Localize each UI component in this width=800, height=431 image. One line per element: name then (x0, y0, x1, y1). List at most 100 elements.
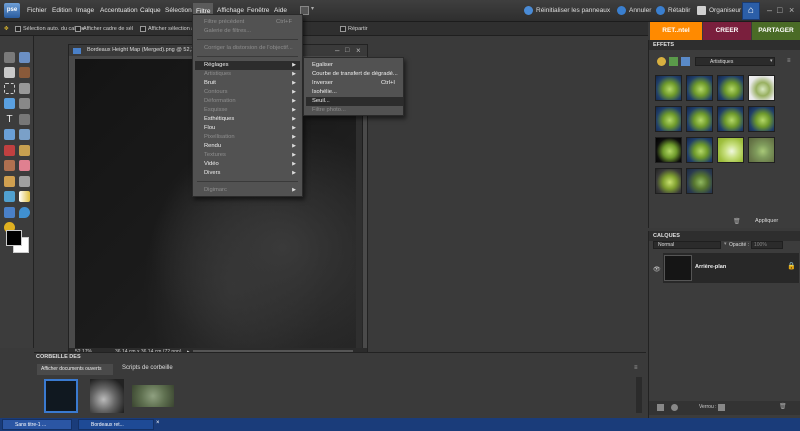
bin-show-open-dropdown[interactable]: Afficher documents ouverts (37, 364, 113, 375)
effects-category-select[interactable]: Artistiques (695, 57, 775, 66)
effect-thumbnail[interactable] (717, 75, 744, 101)
move-tool-icon[interactable] (4, 52, 15, 63)
foreground-color-swatch-front[interactable] (6, 230, 22, 246)
menu-item-esthetiques[interactable]: Esthétiques ▶ (195, 115, 300, 124)
opacity-field[interactable]: 100% (751, 241, 783, 249)
blur-tool-icon[interactable] (19, 207, 30, 218)
minimize-icon[interactable]: – (335, 45, 339, 56)
close-icon[interactable]: × (356, 45, 361, 56)
lasso-tool-icon[interactable] (19, 83, 30, 94)
maximize-icon[interactable]: □ (345, 45, 349, 56)
effect-thumbnail[interactable] (686, 168, 713, 194)
effect-thumbnail[interactable] (655, 75, 682, 101)
effect-thumbnail[interactable] (748, 106, 775, 132)
effect-thumbnail[interactable] (717, 137, 744, 163)
undo-button[interactable]: Annuler (617, 4, 651, 18)
minimize-icon[interactable]: – (767, 5, 772, 15)
menu-calque[interactable]: Calque (137, 5, 164, 17)
panel-menu-icon[interactable]: ≡ (634, 365, 638, 371)
healing-brush-tool-icon[interactable] (19, 145, 30, 156)
smart-brush-tool-icon[interactable] (19, 176, 30, 187)
redo-button[interactable]: Rétablir (656, 4, 690, 18)
gradient-tool-icon[interactable] (19, 191, 30, 202)
photo-effects-icon[interactable] (681, 57, 690, 66)
tab-create[interactable]: CREER (703, 22, 751, 40)
effect-thumbnail[interactable] (655, 168, 682, 194)
menu-item-bruit[interactable]: Bruit ▶ (195, 79, 300, 88)
zoom-tool-icon[interactable] (19, 52, 30, 63)
magic-wand-tool-icon[interactable] (4, 98, 15, 109)
tab-edit[interactable]: RET..ntel (650, 22, 702, 40)
tab-share[interactable]: PARTAGER (752, 22, 800, 40)
hand-tool-icon[interactable] (4, 67, 15, 78)
new-layer-icon[interactable] (657, 404, 664, 411)
effect-thumbnail[interactable] (748, 75, 775, 101)
brush-tool-icon[interactable] (4, 176, 15, 187)
menu-item-isohelie[interactable]: Isohélie... (306, 88, 403, 97)
chevron-down-icon[interactable]: ▾ (311, 5, 314, 12)
menu-item-gradient-map[interactable]: Courbe de transfert de dégradé... (306, 70, 403, 79)
trash-icon[interactable]: 🗑 (733, 218, 741, 225)
chevron-down-icon[interactable]: ▾ (724, 241, 727, 247)
paint-bucket-tool-icon[interactable] (4, 191, 15, 202)
menu-image[interactable]: Image (73, 5, 97, 17)
menu-selection[interactable]: Sélection (162, 5, 195, 17)
taskbar-task-bordeaux[interactable]: Bordeaux ret... (78, 419, 154, 430)
cookie-cutter-tool-icon[interactable] (4, 129, 15, 140)
eraser-tool-icon[interactable] (19, 160, 30, 171)
crop-tool-icon[interactable] (19, 114, 30, 125)
trash-icon[interactable]: 🗑 (779, 403, 787, 410)
layer-row[interactable]: Arrière-plan 🔒 (663, 253, 799, 283)
menu-item-inverser[interactable]: Inverser Ctrl+I (306, 79, 403, 88)
reset-panels-button[interactable]: Réinitialiser les panneaux (524, 4, 610, 18)
layer-styles-icon[interactable] (669, 57, 678, 66)
bin-scripts-button[interactable]: Scripts de corbeille (122, 365, 173, 371)
distribute-button[interactable]: Répartir (340, 25, 368, 33)
menu-item-divers[interactable]: Divers ▶ (195, 169, 300, 178)
menu-item-egaliser[interactable]: Egaliser (306, 61, 403, 70)
eyedropper-tool-icon[interactable] (19, 67, 30, 78)
quick-selection-tool-icon[interactable] (19, 98, 30, 109)
effect-thumbnail[interactable] (655, 137, 682, 163)
lock-transparency-icon[interactable] (718, 404, 725, 411)
panel-menu-icon[interactable]: ≡ (787, 58, 791, 64)
shape-tool-icon[interactable] (4, 207, 15, 218)
menu-item-rendu[interactable]: Rendu ▶ (195, 142, 300, 151)
option-show-highlight[interactable]: Afficher sélection au (140, 25, 197, 33)
apply-button[interactable]: Appliquer (755, 218, 778, 224)
taskbar-close-icon[interactable]: × (156, 420, 160, 426)
chevron-down-icon[interactable]: ▾ (770, 58, 773, 64)
marquee-tool-icon[interactable] (4, 83, 15, 94)
menu-accentuation[interactable]: Accentuation (97, 5, 141, 17)
menu-item-seuil[interactable]: Seuil... (306, 97, 403, 106)
taskbar-task-untitled[interactable]: Sans titre-1 ... (2, 419, 72, 430)
text-tool-icon[interactable]: T (4, 114, 15, 125)
organizer-button[interactable]: Organiseur (697, 4, 741, 18)
menu-edition[interactable]: Edition (49, 5, 75, 17)
effect-thumbnail[interactable] (686, 106, 713, 132)
blend-mode-select[interactable]: Normal (653, 241, 721, 249)
bin-scrollbar[interactable] (636, 377, 642, 413)
menu-item-video[interactable]: Vidéo ▶ (195, 160, 300, 169)
clone-stamp-tool-icon[interactable] (4, 160, 15, 171)
effect-thumbnail[interactable] (686, 75, 713, 101)
home-icon[interactable]: ⌂ (742, 2, 760, 20)
bin-thumbnail-untitled[interactable] (90, 379, 124, 413)
effect-thumbnail[interactable] (655, 106, 682, 132)
straighten-tool-icon[interactable] (19, 129, 30, 140)
filters-icon[interactable] (657, 57, 666, 66)
red-eye-tool-icon[interactable] (4, 145, 15, 156)
effect-thumbnail[interactable] (686, 137, 713, 163)
bin-thumbnail-height-map[interactable] (44, 379, 78, 413)
menu-item-flou[interactable]: Flou ▶ (195, 124, 300, 133)
visibility-eye-icon[interactable]: 👁 (653, 266, 661, 273)
menu-item-reglages[interactable]: Réglages ▶ (195, 61, 300, 70)
maximize-icon[interactable]: □ (777, 5, 782, 15)
bin-thumbnail-map[interactable] (132, 385, 174, 407)
menu-fichier[interactable]: Fichier (24, 5, 50, 17)
option-show-bounding-box[interactable]: Afficher cadre de sél (75, 25, 133, 33)
effect-thumbnail[interactable] (717, 106, 744, 132)
close-icon[interactable]: × (789, 5, 794, 15)
effect-thumbnail[interactable] (748, 137, 775, 163)
adjustment-layer-icon[interactable] (671, 404, 678, 411)
